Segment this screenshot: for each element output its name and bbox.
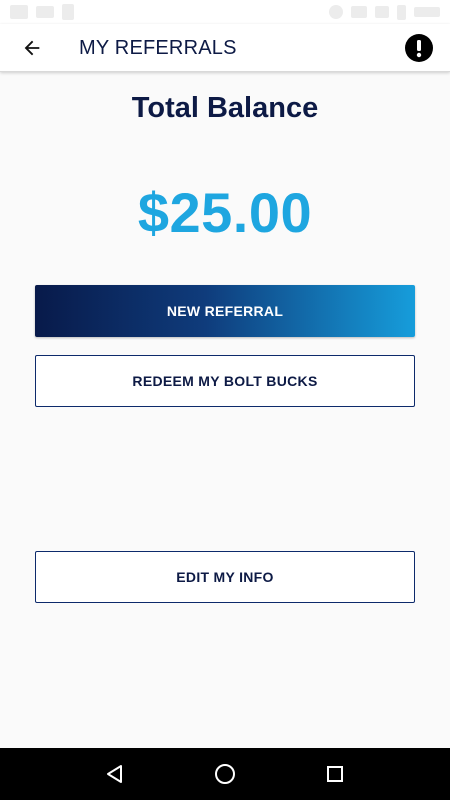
new-referral-label: NEW REFERRAL — [166, 303, 284, 319]
status-bar — [0, 0, 450, 24]
wifi-icon — [351, 6, 367, 18]
notification-icon — [10, 5, 28, 19]
total-balance-amount: $25.00 — [137, 181, 313, 244]
alert-button[interactable] — [402, 31, 436, 65]
message-icon — [36, 6, 54, 18]
nav-recents-button[interactable] — [315, 754, 355, 794]
new-referral-button[interactable]: NEW REFERRAL — [35, 285, 415, 337]
battery-icon — [397, 4, 406, 20]
circle-home-icon — [215, 764, 235, 784]
total-balance-label: Total Balance — [131, 92, 319, 124]
page-title: MY REFERRALS — [79, 37, 237, 59]
exclamation-circle-icon — [405, 34, 433, 62]
clock-icon — [414, 7, 440, 17]
back-button[interactable] — [14, 30, 50, 66]
nav-back-button[interactable] — [95, 754, 135, 794]
sim-icon — [62, 4, 74, 20]
edit-my-info-button[interactable]: EDIT MY INFO — [35, 551, 415, 603]
arrow-left-icon — [24, 40, 40, 56]
square-recents-icon — [327, 766, 343, 782]
signal-icon — [375, 6, 389, 18]
edit-my-info-label: EDIT MY INFO — [176, 569, 274, 585]
system-navigation-bar — [0, 748, 450, 800]
status-bar-right — [329, 4, 440, 20]
redeem-bolt-bucks-button[interactable]: REDEEM MY BOLT BUCKS — [35, 355, 415, 407]
status-bar-left — [10, 4, 74, 20]
location-icon — [329, 5, 343, 19]
app-bar: MY REFERRALS — [0, 24, 450, 72]
triangle-back-icon — [107, 765, 122, 783]
redeem-bolt-bucks-label: REDEEM MY BOLT BUCKS — [132, 373, 318, 389]
nav-home-button[interactable] — [205, 754, 245, 794]
